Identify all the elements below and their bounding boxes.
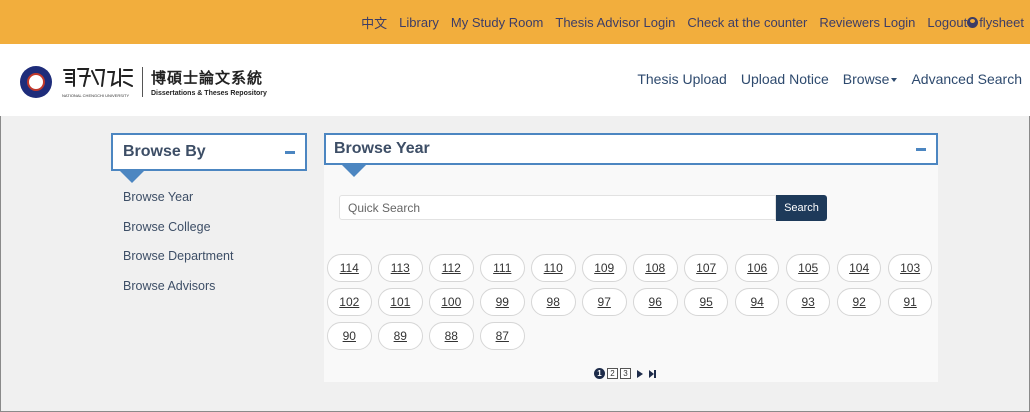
year-pill-114[interactable]: 114 <box>327 254 372 282</box>
site-logo[interactable]: NATIONAL CHENGCHI UNIVERSITY 博碩士論文系統 Dis… <box>20 62 290 102</box>
last-page-icon[interactable] <box>649 369 656 378</box>
year-pill-112[interactable]: 112 <box>428 254 474 282</box>
year-pill-97[interactable]: 97 <box>581 288 627 316</box>
university-seal-icon <box>20 66 52 98</box>
collapse-minus-icon[interactable] <box>916 147 926 151</box>
year-pill-88[interactable]: 88 <box>428 322 474 350</box>
year-pill-105[interactable]: 105 <box>785 254 831 282</box>
logo-text: 博碩士論文系統 Dissertations & Theses Repositor… <box>151 67 267 97</box>
next-page-icon[interactable] <box>637 369 643 378</box>
page-2-button[interactable]: 2 <box>607 368 618 379</box>
year-pill-111[interactable]: 111 <box>479 254 525 282</box>
year-pill-102[interactable]: 102 <box>327 288 372 316</box>
year-pill-93[interactable]: 93 <box>785 288 831 316</box>
year-pill-104[interactable]: 104 <box>836 254 882 282</box>
username: flysheet <box>979 14 1024 30</box>
year-pill-96[interactable]: 96 <box>632 288 678 316</box>
quick-search-input[interactable] <box>339 195 776 220</box>
topnav-reviewers-login[interactable]: Reviewers Login <box>819 15 915 30</box>
year-pill-113[interactable]: 113 <box>377 254 423 282</box>
topnav-library[interactable]: Library <box>399 15 439 30</box>
year-pill-108[interactable]: 108 <box>632 254 678 282</box>
link-browse-year[interactable]: Browse Year <box>123 190 233 220</box>
user-icon <box>967 16 979 28</box>
year-pill-95[interactable]: 95 <box>683 288 729 316</box>
main-navigation: Thesis Upload Upload Notice Browse Advan… <box>637 71 1022 87</box>
logout-link[interactable]: Logout flysheet <box>927 15 1024 30</box>
year-list: 114 113 112 111 110 109 108 107 106 105 104 103 102 1… <box>327 254 937 350</box>
site-header: NATIONAL CHENGCHI UNIVERSITY 博碩士論文系統 Dis… <box>0 44 1030 116</box>
year-pill-101[interactable]: 101 <box>377 288 423 316</box>
browse-by-panel-header[interactable]: Browse By <box>111 133 307 171</box>
logout-label: Logout <box>927 14 968 30</box>
browse-year-title: Browse Year <box>334 140 430 157</box>
topnav-thesis-advisor-login[interactable]: Thesis Advisor Login <box>555 15 675 30</box>
year-pill-87[interactable]: 87 <box>479 322 525 350</box>
top-navigation-bar: 中文 Library My Study Room Thesis Advisor … <box>0 0 1030 44</box>
year-pill-110[interactable]: 110 <box>530 254 576 282</box>
nav-thesis-upload[interactable]: Thesis Upload <box>637 71 727 87</box>
nav-advanced-search[interactable]: Advanced Search <box>911 71 1022 87</box>
year-pill-94[interactable]: 94 <box>734 288 780 316</box>
link-browse-advisors[interactable]: Browse Advisors <box>123 279 233 309</box>
caret-down-icon <box>891 78 898 83</box>
logo-title-english: Dissertations & Theses Repository <box>151 90 267 97</box>
browse-year-panel-header[interactable]: Browse Year <box>324 133 938 165</box>
browse-year-pointer-icon <box>341 164 367 177</box>
year-pill-89[interactable]: 89 <box>377 322 423 350</box>
nav-browse-label: Browse <box>842 71 890 87</box>
pagination: 1 2 3 <box>594 368 656 379</box>
browse-by-pointer-icon <box>119 170 145 183</box>
topnav-check-at-counter[interactable]: Check at the counter <box>687 15 807 30</box>
university-calligraphy-logo: NATIONAL CHENGCHI UNIVERSITY <box>62 66 134 98</box>
page-1-button[interactable]: 1 <box>594 368 605 379</box>
year-pill-91[interactable]: 91 <box>887 288 933 316</box>
year-pill-99[interactable]: 99 <box>479 288 525 316</box>
year-pill-107[interactable]: 107 <box>683 254 729 282</box>
link-browse-college[interactable]: Browse College <box>123 220 233 250</box>
collapse-minus-icon[interactable] <box>285 150 295 154</box>
year-pill-98[interactable]: 98 <box>530 288 576 316</box>
year-pill-90[interactable]: 90 <box>327 322 372 350</box>
year-pill-100[interactable]: 100 <box>428 288 474 316</box>
browse-by-title: Browse By <box>123 143 206 160</box>
year-pill-92[interactable]: 92 <box>836 288 882 316</box>
year-pill-106[interactable]: 106 <box>734 254 780 282</box>
logo-divider <box>142 67 143 97</box>
nav-browse-dropdown[interactable]: Browse <box>843 71 898 87</box>
year-pill-103[interactable]: 103 <box>887 254 933 282</box>
logo-title-chinese: 博碩士論文系統 <box>151 69 264 87</box>
topnav-my-study-room[interactable]: My Study Room <box>451 15 543 30</box>
year-pill-109[interactable]: 109 <box>581 254 627 282</box>
search-button[interactable]: Search <box>776 195 827 221</box>
university-english-name: NATIONAL CHENGCHI UNIVERSITY <box>62 93 130 98</box>
page-3-button[interactable]: 3 <box>620 368 631 379</box>
nav-upload-notice[interactable]: Upload Notice <box>741 71 829 87</box>
topnav-chinese[interactable]: 中文 <box>361 13 387 32</box>
browse-by-links: Browse Year Browse College Browse Depart… <box>123 190 233 308</box>
link-browse-department[interactable]: Browse Department <box>123 249 233 279</box>
